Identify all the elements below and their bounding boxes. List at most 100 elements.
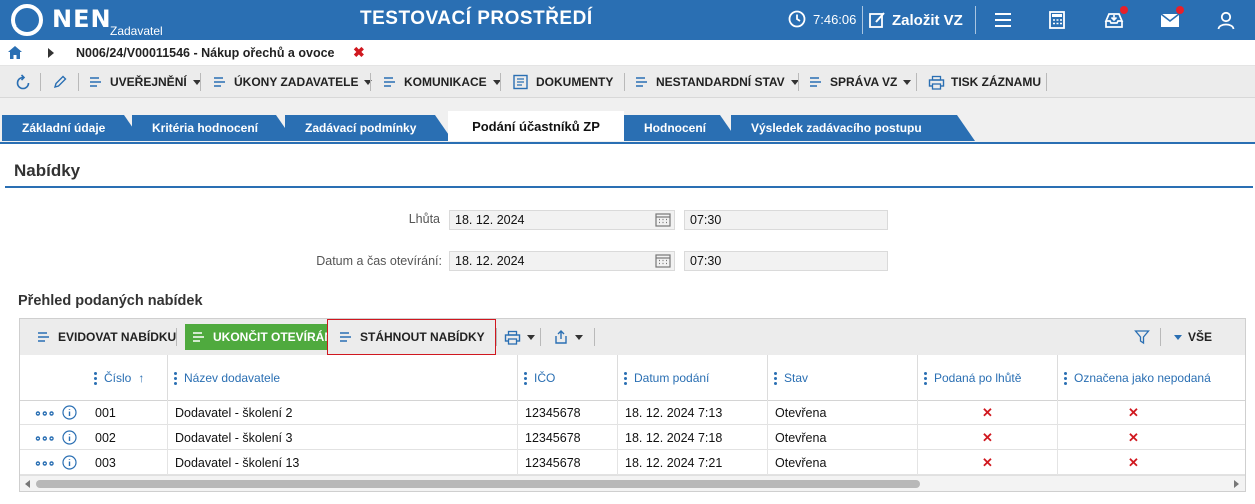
cell-supplier: Dodavatel - školení 2: [168, 400, 518, 425]
opening-date-field[interactable]: 18. 12. 2024: [449, 251, 675, 271]
cell-not-submitted: ✕: [1058, 425, 1245, 450]
horizontal-scrollbar[interactable]: [20, 475, 1245, 491]
toolbar-contracting-acts-menu[interactable]: ÚKONY ZADAVATELE: [212, 66, 373, 98]
list-icon: [636, 77, 647, 87]
column-header-late[interactable]: Podaná po lhůtě: [918, 355, 1058, 401]
cell-late: ✕: [918, 400, 1058, 425]
tab-procedure-result[interactable]: Výsledek zadávacího postupu: [731, 115, 975, 141]
scroll-right-icon[interactable]: [1234, 480, 1239, 488]
more-options-icon[interactable]: ∘∘∘: [34, 405, 56, 420]
scroll-left-icon[interactable]: [25, 480, 30, 488]
column-header-actions: [20, 355, 88, 401]
toolbar-divider: [798, 73, 799, 91]
column-menu-icon[interactable]: [924, 371, 927, 385]
info-icon[interactable]: [62, 430, 78, 445]
top-header: NEN Zadavatel TESTOVACÍ PROSTŘEDÍ 7:46:0…: [0, 0, 1255, 40]
new-procurement-button[interactable]: Založit VZ: [868, 6, 963, 34]
cross-icon: ✕: [982, 454, 993, 470]
table-row[interactable]: ∘∘∘ 001 Dodavatel - školení 2 12345678 1…: [20, 400, 1245, 425]
toolbar-documents-button[interactable]: DOKUMENTY: [512, 66, 613, 98]
calendar-icon[interactable]: [655, 213, 671, 227]
breadcrumb: N006/24/V00011546 - Nákup ořechů a ovoce…: [0, 40, 1255, 66]
deadline-date-field[interactable]: 18. 12. 2024: [449, 210, 675, 230]
print-menu-button[interactable]: [498, 324, 541, 350]
filter-icon[interactable]: [1134, 329, 1150, 345]
more-options-icon[interactable]: ∘∘∘: [34, 430, 56, 445]
column-header-supplier[interactable]: Název dodavatele: [168, 355, 518, 401]
home-icon[interactable]: [8, 46, 22, 59]
column-header-status-label: Stav: [784, 371, 809, 385]
caret-down-icon: [903, 79, 912, 85]
toolbar-contracting-acts-label: ÚKONY ZADAVATELE: [234, 75, 359, 89]
tab-evaluation[interactable]: Hodnocení: [624, 115, 738, 141]
cell-submission-date: 18. 12. 2024 7:21: [618, 450, 768, 475]
toolbar-communication-menu[interactable]: KOMUNIKACE: [382, 66, 501, 98]
toolbar-divider: [200, 73, 201, 91]
toolbar-publishing-menu[interactable]: UVEŘEJNĚNÍ: [88, 66, 201, 98]
close-icon[interactable]: ✖: [353, 44, 365, 61]
caret-down-icon: [575, 334, 583, 340]
calculator-icon[interactable]: [1046, 9, 1068, 31]
column-menu-icon[interactable]: [624, 371, 627, 385]
tab-evaluation-criteria[interactable]: Kritéria hodnocení: [132, 115, 294, 141]
breadcrumb-title[interactable]: N006/24/V00011546 - Nákup ořechů a ovoce: [76, 46, 334, 60]
cross-icon: ✕: [1128, 454, 1139, 470]
column-header-status[interactable]: Stav: [768, 355, 918, 401]
tab-tender-conditions[interactable]: Zadávací podmínky: [285, 115, 453, 141]
nen-logo-icon: [11, 4, 43, 36]
cell-late: ✕: [918, 450, 1058, 475]
cell-number: 001: [88, 400, 168, 425]
filter-all-dropdown[interactable]: VŠE: [1168, 324, 1218, 350]
scrollbar-thumb[interactable]: [36, 480, 920, 488]
toolbar-vz-management-label: SPRÁVA VZ: [830, 75, 898, 89]
filter-all-label: VŠE: [1188, 330, 1213, 344]
table-row[interactable]: ∘∘∘ 003 Dodavatel - školení 13 12345678 …: [20, 450, 1245, 475]
column-menu-icon[interactable]: [94, 371, 97, 385]
column-menu-icon[interactable]: [174, 371, 177, 385]
column-header-submission-date[interactable]: Datum podání: [618, 355, 768, 401]
more-options-icon[interactable]: ∘∘∘: [34, 455, 56, 470]
column-menu-icon[interactable]: [1064, 371, 1067, 385]
toolbar-nonstandard-state-menu[interactable]: NESTANDARDNÍ STAV: [634, 66, 799, 98]
refresh-icon[interactable]: [14, 74, 32, 92]
opening-time-field[interactable]: 07:30: [684, 251, 888, 271]
toolbar-divider: [624, 73, 625, 91]
cross-icon: ✕: [1128, 404, 1139, 420]
column-menu-icon[interactable]: [774, 371, 777, 385]
toolbar-publishing-label: UVEŘEJNĚNÍ: [110, 75, 187, 89]
breadcrumb-arrow-icon: [48, 48, 54, 58]
toolbar-documents-label: DOKUMENTY: [536, 75, 614, 89]
tab-basic-info[interactable]: Základní údaje: [2, 115, 142, 141]
deadline-time-field[interactable]: 07:30: [684, 210, 888, 230]
cell-supplier: Dodavatel - školení 13: [168, 450, 518, 475]
toolbar-print-record-button[interactable]: TISK ZÁZNAMU: [928, 66, 1041, 98]
notification-dot: [1176, 6, 1184, 14]
info-icon[interactable]: [62, 405, 78, 420]
cell-status: Otevřena: [768, 425, 918, 450]
tab-participant-submissions[interactable]: Podání účastníků ZP: [448, 111, 624, 141]
column-header-number[interactable]: Číslo ↑: [88, 355, 168, 401]
table-row[interactable]: ∘∘∘ 002 Dodavatel - školení 3 12345678 1…: [20, 425, 1245, 450]
user-icon[interactable]: [1215, 9, 1237, 31]
calendar-icon[interactable]: [655, 254, 671, 268]
document-icon: [513, 74, 528, 90]
caret-down-icon: [1174, 334, 1182, 340]
export-menu-button[interactable]: [547, 324, 589, 350]
toolbar-divider: [496, 328, 497, 346]
new-procurement-label: Založit VZ: [892, 11, 963, 29]
register-offer-label: EVIDOVAT NABÍDKU: [58, 330, 177, 344]
brand-name: NEN: [52, 5, 112, 33]
section-title: Nabídky: [14, 161, 81, 180]
finish-opening-button[interactable]: UKONČIT OTEVÍRÁNÍ: [185, 324, 343, 350]
column-header-not-submitted[interactable]: Označena jako nepodaná: [1058, 355, 1245, 401]
toolbar-vz-management-menu[interactable]: SPRÁVA VZ: [808, 66, 912, 98]
cell-late: ✕: [918, 425, 1058, 450]
column-header-ico[interactable]: IČO: [518, 355, 618, 401]
info-icon[interactable]: [62, 455, 78, 470]
download-offers-label: STÁHNOUT NABÍDKY: [360, 330, 485, 344]
menu-icon[interactable]: [992, 9, 1014, 31]
column-menu-icon[interactable]: [524, 371, 527, 385]
pencil-icon[interactable]: [52, 74, 68, 90]
register-offer-button[interactable]: EVIDOVAT NABÍDKU: [30, 324, 182, 350]
download-offers-button[interactable]: STÁHNOUT NABÍDKY: [327, 319, 496, 355]
